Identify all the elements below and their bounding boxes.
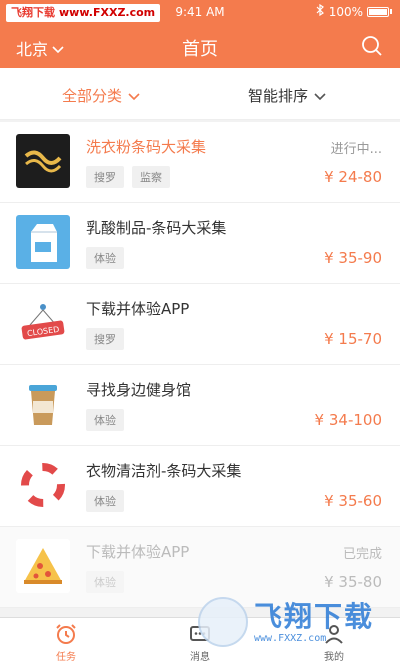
- task-price: ¥ 35-90: [324, 249, 382, 267]
- watermark-overlay: 飞翔下载 www.FXXZ.com: [198, 592, 394, 652]
- task-tag: 搜罗: [86, 166, 124, 188]
- task-title: 下载并体验APP: [86, 300, 190, 318]
- top-bar: 飞翔下载 www.FXXZ.com 9:41 AM 100% 北京 首页: [0, 0, 400, 68]
- watermark-title: 飞翔下载: [254, 599, 375, 633]
- task-title: 衣物清洁剂-条码大采集: [86, 462, 242, 480]
- task-price: ¥ 35-60: [324, 492, 382, 510]
- task-title: 寻找身边健身馆: [86, 381, 192, 399]
- task-row[interactable]: 寻找身边健身馆 体验 ¥ 34-100: [0, 365, 400, 446]
- tab-tasks[interactable]: 任务: [36, 622, 96, 663]
- task-title: 下载并体验APP: [86, 543, 190, 561]
- category-filter-label: 全部分类: [62, 87, 123, 105]
- task-tags: 搜罗 监察: [86, 166, 170, 188]
- task-price: ¥ 35-80: [324, 573, 382, 591]
- watermark-url-text: www.FXXZ.com: [254, 632, 327, 644]
- task-list: 洗衣粉条码大采集 搜罗 监察 进行中... ¥ 24-80 乳酸制品-条码大采集…: [0, 122, 400, 608]
- battery-percent: 100%: [328, 4, 363, 19]
- coffee-cup-icon: [16, 377, 70, 431]
- task-tag: 监察: [132, 166, 170, 188]
- battery-icon: [367, 6, 389, 17]
- task-tag: 体验: [86, 490, 124, 512]
- watermark-text-block: 飞翔下载 www.FXXZ.com: [254, 599, 375, 644]
- task-title: 洗衣粉条码大采集: [86, 138, 207, 156]
- status-right: 100%: [315, 3, 392, 19]
- sort-filter[interactable]: 智能排序: [248, 85, 326, 106]
- watermark-logo-icon: [198, 597, 248, 647]
- task-row[interactable]: CLOSED 下载并体验APP 搜罗 ¥ 15-70: [0, 284, 400, 365]
- task-row[interactable]: 衣物清洁剂-条码大采集 体验 ¥ 35-60: [0, 446, 400, 527]
- search-icon: [362, 36, 382, 56]
- milk-carton-icon: [16, 215, 70, 269]
- task-tag: 体验: [86, 409, 124, 431]
- lifebuoy-icon: [16, 458, 70, 512]
- task-status: 进行中...: [330, 142, 382, 157]
- task-tags: 体验: [86, 571, 124, 593]
- category-filter[interactable]: 全部分类: [62, 85, 140, 106]
- closed-sign-icon: CLOSED: [16, 296, 70, 350]
- detergent-logo-icon: [16, 134, 70, 188]
- task-tags: 体验: [86, 409, 124, 431]
- search-button[interactable]: [360, 34, 384, 58]
- task-row[interactable]: 乳酸制品-条码大采集 体验 ¥ 35-90: [0, 203, 400, 284]
- task-price: ¥ 24-80: [324, 168, 382, 186]
- filter-bar: 全部分类 智能排序: [0, 68, 400, 120]
- chevron-down-icon: [128, 87, 140, 105]
- task-tag: 体验: [86, 247, 124, 269]
- bluetooth-icon: [315, 3, 325, 19]
- task-price: ¥ 15-70: [324, 330, 382, 348]
- alarm-clock-icon: [54, 622, 78, 646]
- task-tag: 体验: [86, 571, 124, 593]
- task-row[interactable]: 洗衣粉条码大采集 搜罗 监察 进行中... ¥ 24-80: [0, 122, 400, 203]
- tab-tasks-label: 任务: [56, 652, 76, 663]
- battery-tip: [390, 9, 392, 14]
- pizza-icon: [16, 539, 70, 593]
- task-title: 乳酸制品-条码大采集: [86, 219, 227, 237]
- sort-filter-label: 智能排序: [248, 87, 309, 105]
- task-price: ¥ 34-100: [314, 411, 382, 429]
- status-bar: 飞翔下载 www.FXXZ.com 9:41 AM 100%: [0, 0, 400, 26]
- chevron-down-icon: [314, 87, 326, 105]
- task-tag: 搜罗: [86, 328, 124, 350]
- task-status: 已完成: [342, 547, 382, 562]
- page-title: 首页: [182, 39, 218, 60]
- task-tags: 体验: [86, 247, 124, 269]
- task-tags: 搜罗: [86, 328, 124, 350]
- task-tags: 体验: [86, 490, 124, 512]
- header: 北京 首页: [0, 26, 400, 68]
